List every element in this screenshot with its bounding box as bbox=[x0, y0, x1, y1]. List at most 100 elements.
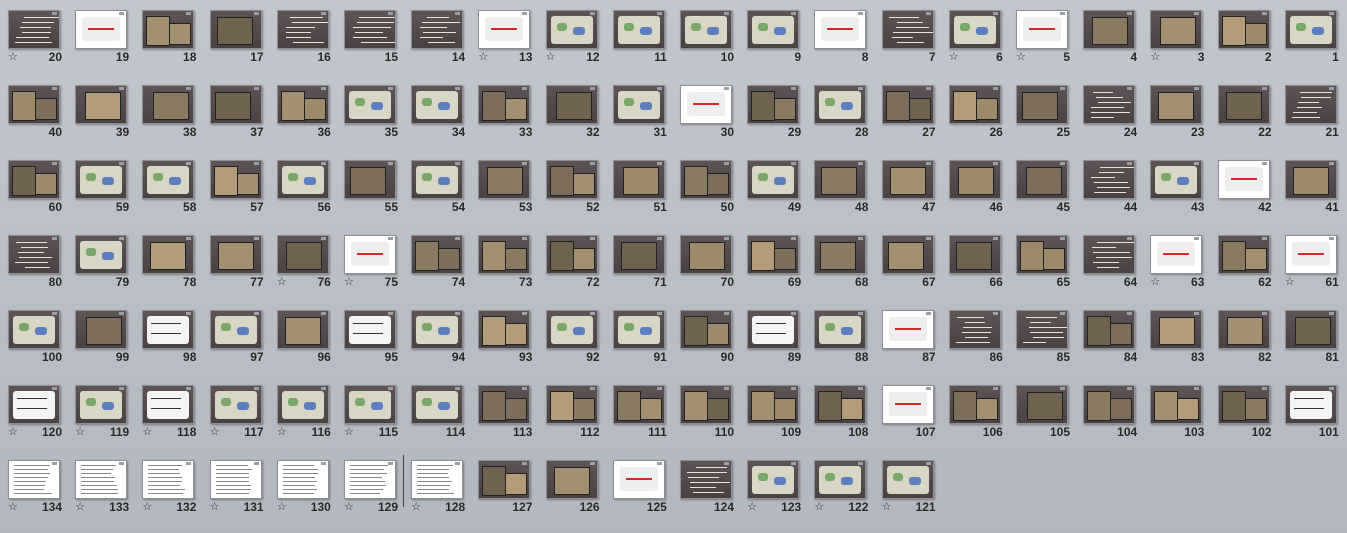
star-transition-icon[interactable]: ☆ bbox=[478, 50, 488, 63]
slide-preview[interactable] bbox=[1217, 10, 1270, 49]
slide-preview[interactable] bbox=[814, 235, 867, 274]
slide-thumbnail-103[interactable]: 103 bbox=[1150, 375, 1216, 450]
slide-thumbnail-1[interactable]: 1 bbox=[1284, 0, 1347, 75]
slide-preview[interactable] bbox=[1150, 310, 1203, 349]
slide-thumbnail-40[interactable]: 40 bbox=[8, 75, 74, 150]
slide-thumbnail-58[interactable]: 58 bbox=[142, 150, 208, 225]
slide-preview[interactable] bbox=[1150, 235, 1203, 274]
slide-thumbnail-38[interactable]: 38 bbox=[142, 75, 208, 150]
slide-preview[interactable] bbox=[276, 310, 329, 349]
slide-thumbnail-114[interactable]: 114 bbox=[411, 375, 477, 450]
slide-thumbnail-28[interactable]: 28 bbox=[814, 75, 880, 150]
slide-preview[interactable] bbox=[1284, 310, 1337, 349]
slide-preview[interactable] bbox=[75, 160, 128, 199]
slide-thumbnail-5[interactable]: ☆ 5 bbox=[1016, 0, 1082, 75]
slide-thumbnail-42[interactable]: 42 bbox=[1217, 150, 1284, 225]
slide-preview[interactable] bbox=[680, 310, 732, 349]
slide-preview[interactable] bbox=[814, 460, 867, 499]
slide-thumbnail-51[interactable]: 51 bbox=[612, 150, 679, 225]
slide-preview[interactable] bbox=[612, 460, 665, 499]
slide-thumbnail-56[interactable]: 56 bbox=[276, 150, 343, 225]
star-transition-icon[interactable]: ☆ bbox=[1285, 275, 1295, 288]
slide-thumbnail-54[interactable]: 54 bbox=[411, 150, 477, 225]
slide-preview[interactable] bbox=[1016, 160, 1068, 199]
slide-preview[interactable] bbox=[1016, 10, 1068, 49]
slide-thumbnail-93[interactable]: 93 bbox=[478, 300, 544, 375]
slide-preview[interactable] bbox=[1016, 85, 1068, 124]
slide-thumbnail-116[interactable]: ☆ 116 bbox=[276, 375, 343, 450]
slide-preview[interactable] bbox=[1217, 85, 1270, 124]
slide-preview[interactable] bbox=[948, 10, 1001, 49]
slide-thumbnail-75[interactable]: ☆ 75 bbox=[344, 225, 410, 300]
slide-preview[interactable] bbox=[1083, 85, 1136, 124]
slide-thumbnail-92[interactable]: 92 bbox=[545, 300, 612, 375]
star-transition-icon[interactable]: ☆ bbox=[1150, 50, 1160, 63]
slide-thumbnail-63[interactable]: ☆ 63 bbox=[1150, 225, 1216, 300]
slide-thumbnail-37[interactable]: 37 bbox=[209, 75, 276, 150]
slide-thumbnail-46[interactable]: 46 bbox=[948, 150, 1015, 225]
slide-preview[interactable] bbox=[344, 85, 396, 124]
slide-thumbnail-115[interactable]: ☆ 115 bbox=[344, 375, 410, 450]
slide-preview[interactable] bbox=[680, 85, 732, 124]
slide-preview[interactable] bbox=[680, 160, 732, 199]
star-transition-icon[interactable]: ☆ bbox=[277, 275, 287, 288]
slide-preview[interactable] bbox=[612, 310, 665, 349]
slide-thumbnail-127[interactable]: 127 bbox=[478, 450, 544, 525]
slide-preview[interactable] bbox=[209, 85, 262, 124]
slide-preview[interactable] bbox=[478, 85, 531, 124]
slide-thumbnail-112[interactable]: 112 bbox=[545, 375, 612, 450]
slide-preview[interactable] bbox=[75, 235, 128, 274]
slide-preview[interactable] bbox=[948, 235, 1001, 274]
slide-preview[interactable] bbox=[545, 235, 598, 274]
slide-preview[interactable] bbox=[814, 10, 867, 49]
slide-thumbnail-82[interactable]: 82 bbox=[1217, 300, 1284, 375]
slide-preview[interactable] bbox=[881, 235, 934, 274]
star-transition-icon[interactable]: ☆ bbox=[210, 500, 220, 513]
slide-preview[interactable] bbox=[1217, 310, 1270, 349]
slide-thumbnail-6[interactable]: ☆ 6 bbox=[948, 0, 1015, 75]
star-transition-icon[interactable]: ☆ bbox=[949, 50, 959, 63]
slide-preview[interactable] bbox=[8, 85, 60, 124]
slide-preview[interactable] bbox=[344, 385, 396, 424]
slide-preview[interactable] bbox=[545, 160, 598, 199]
slide-thumbnail-130[interactable]: ☆ 130 bbox=[276, 450, 343, 525]
slide-thumbnail-59[interactable]: 59 bbox=[75, 150, 141, 225]
slide-thumbnail-7[interactable]: 7 bbox=[881, 0, 948, 75]
slide-preview[interactable] bbox=[1150, 10, 1203, 49]
slide-thumbnail-79[interactable]: 79 bbox=[75, 225, 141, 300]
star-transition-icon[interactable]: ☆ bbox=[411, 500, 421, 513]
slide-preview[interactable] bbox=[478, 10, 531, 49]
star-transition-icon[interactable]: ☆ bbox=[882, 500, 892, 513]
slide-thumbnail-99[interactable]: 99 bbox=[75, 300, 141, 375]
slide-thumbnail-101[interactable]: 101 bbox=[1284, 375, 1347, 450]
slide-thumbnail-74[interactable]: 74 bbox=[411, 225, 477, 300]
slide-thumbnail-49[interactable]: 49 bbox=[747, 150, 813, 225]
slide-preview[interactable] bbox=[142, 235, 195, 274]
slide-preview[interactable] bbox=[1217, 385, 1270, 424]
star-transition-icon[interactable]: ☆ bbox=[814, 500, 824, 513]
star-transition-icon[interactable]: ☆ bbox=[142, 425, 152, 438]
slide-thumbnail-89[interactable]: 89 bbox=[747, 300, 813, 375]
slide-thumbnail-68[interactable]: 68 bbox=[814, 225, 880, 300]
slide-preview[interactable] bbox=[276, 385, 329, 424]
slide-preview[interactable] bbox=[142, 385, 195, 424]
slide-preview[interactable] bbox=[747, 235, 800, 274]
slide-thumbnail-25[interactable]: 25 bbox=[1016, 75, 1082, 150]
slide-thumbnail-80[interactable]: 80 bbox=[8, 225, 74, 300]
slide-preview[interactable] bbox=[545, 10, 598, 49]
slide-thumbnail-66[interactable]: 66 bbox=[948, 225, 1015, 300]
slide-preview[interactable] bbox=[680, 10, 732, 49]
slide-preview[interactable] bbox=[948, 160, 1001, 199]
slide-thumbnail-26[interactable]: 26 bbox=[948, 75, 1015, 150]
slide-preview[interactable] bbox=[411, 160, 464, 199]
slide-preview[interactable] bbox=[411, 85, 464, 124]
slide-thumbnail-87[interactable]: 87 bbox=[881, 300, 948, 375]
slide-preview[interactable] bbox=[1284, 10, 1337, 49]
star-transition-icon[interactable]: ☆ bbox=[277, 500, 287, 513]
slide-thumbnail-11[interactable]: 11 bbox=[612, 0, 679, 75]
slide-preview[interactable] bbox=[142, 85, 195, 124]
slide-preview[interactable] bbox=[814, 385, 867, 424]
star-transition-icon[interactable]: ☆ bbox=[210, 425, 220, 438]
slide-thumbnail-31[interactable]: 31 bbox=[612, 75, 679, 150]
slide-thumbnail-67[interactable]: 67 bbox=[881, 225, 948, 300]
